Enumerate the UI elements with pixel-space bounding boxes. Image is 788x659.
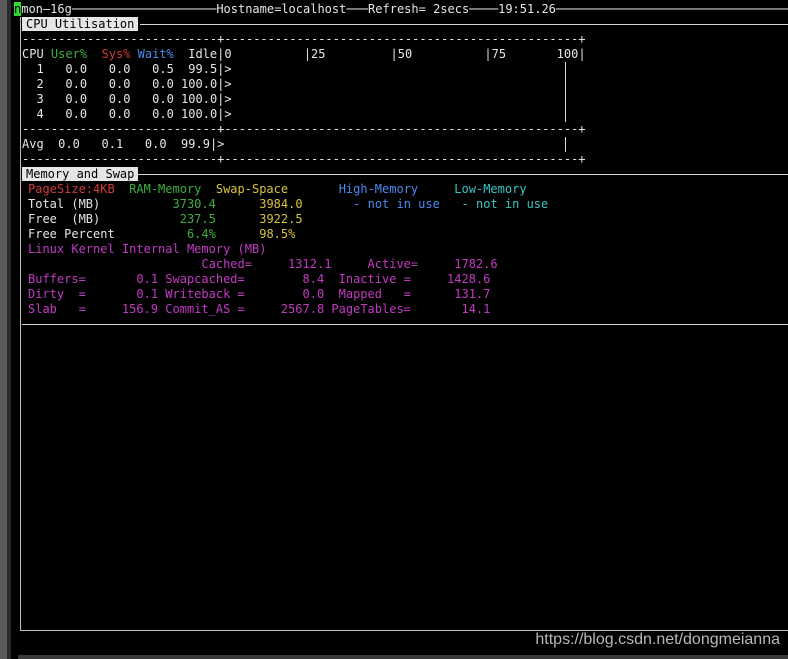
app-name: mon—16g	[21, 2, 72, 16]
cpu-section-title: CPU Utilisation	[22, 17, 139, 31]
clock: 19:51.26	[498, 2, 556, 16]
watermark: https://blog.csdn.net/dongmeianna	[535, 631, 780, 648]
hostname: Hostname=localhost	[216, 2, 347, 16]
cpu-row: 1 0.0 0.0 0.5 99.5|>	[29, 62, 232, 76]
window-left-frame	[0, 0, 7, 659]
refresh-rate: Refresh= 2secs	[368, 2, 470, 16]
cpu-graph-right-edge	[565, 137, 566, 152]
window-left-shadow	[7, 0, 11, 659]
user-col-header: User%	[50, 47, 88, 61]
mem-section-title: Memory and Swap	[22, 167, 139, 181]
cpu-dash-bottom: ---------------------------+------------…	[22, 152, 586, 166]
terminal-screen[interactable]: nmon—16g────────────────────Hostname=loc…	[14, 0, 788, 659]
wait-col-header: Wait%	[137, 47, 174, 61]
kernel-mem-title: Linux Kernel Internal Memory (MB)	[28, 242, 267, 256]
kernel-mem-row: Cached= 1312.1 Active= 1782.6	[28, 257, 498, 271]
mem-total-row: Total (MB) 3730.4 3984.0 - not in use - …	[28, 197, 549, 211]
mem-section-rule	[138, 174, 788, 175]
cpu-row: 2 0.0 0.0 0.0 100.0|>	[29, 77, 232, 91]
cpu-avg-row: Avg 0.0 0.1 0.0 99.9|>	[22, 137, 225, 151]
sys-col-header: Sys%	[101, 47, 131, 61]
terminal-left-rule	[20, 17, 21, 630]
cpu-dash-mid: ---------------------------+------------…	[22, 122, 586, 136]
mem-section-bottom-rule	[22, 324, 788, 325]
header-bar: nmon—16g────────────────────Hostname=loc…	[14, 2, 788, 16]
kernel-mem-row: Buffers= 0.1 Swapcached= 8.4 Inactive = …	[28, 272, 491, 286]
cpu-section-rule	[140, 24, 788, 25]
cpu-graph-right-edge	[565, 62, 566, 122]
cpu-row: 3 0.0 0.0 0.0 100.0|>	[29, 92, 232, 106]
cpu-row: 4 0.0 0.0 0.0 100.0|>	[29, 107, 232, 121]
page-size: PageSize:4KB	[28, 182, 115, 196]
mem-pct-row: Free Percent 6.4% 98.5%	[28, 227, 296, 241]
mem-header-row: PageSize:4KB RAM-Memory Swap-Space High-…	[28, 182, 527, 196]
mem-free-row: Free (MB) 237.5 3922.5	[28, 212, 303, 226]
cpu-dash-top: ---------------------------+------------…	[22, 32, 586, 46]
cpu-section: CPU Utilisation	[22, 17, 139, 32]
window-bottom-frame	[18, 655, 788, 659]
kernel-mem-row: Dirty = 0.1 Writeback = 0.0 Mapped = 131…	[28, 287, 491, 301]
kernel-mem-row: Slab = 156.9 Commit_AS = 2567.8 PageTabl…	[28, 302, 491, 316]
cpu-scale: |0 |25 |50 |75 100|	[217, 47, 586, 61]
cpu-header-row: CPU User% Sys% Wait% Idle|0 |25 |50 |75 …	[22, 47, 586, 61]
mem-section: Memory and Swap	[22, 167, 139, 182]
